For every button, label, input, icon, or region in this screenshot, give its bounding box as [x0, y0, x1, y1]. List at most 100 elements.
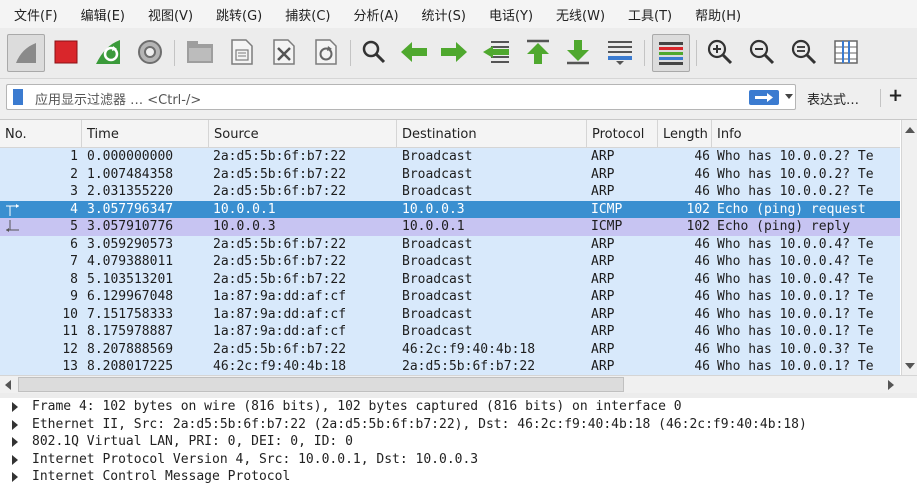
table-row[interactable]: 4 3.057796347 10.0.0.1 10.0.0.3 ICMP 102 Echo …: [0, 200, 900, 218]
menu-telephony[interactable]: 电话(Y): [475, 5, 542, 24]
detail-tree-item[interactable]: 802.1Q Virtual LAN, PRI: 0, DEI: 0, ID: …: [0, 433, 917, 451]
menu-help[interactable]: 帮助(H): [681, 5, 750, 24]
menu-tools[interactable]: 工具(T): [614, 5, 681, 24]
table-row[interactable]: 5 3.057910776 10.0.0.3 10.0.0.1 ICMP 102 Echo …: [0, 218, 900, 236]
expression-button[interactable]: 表达式…: [807, 89, 859, 108]
packet-list-header: No. Time Source Destination Protocol Len…: [0, 120, 900, 148]
filter-history-dropdown-icon[interactable]: [785, 94, 793, 99]
column-header-info[interactable]: Info: [712, 120, 900, 147]
detail-tree-item[interactable]: Internet Protocol Version 4, Src: 10.0.0…: [0, 451, 917, 469]
table-row[interactable]: 8 5.103513201 2a:d5:5b:6f:b7:22 Broadcast AR…: [0, 270, 900, 288]
cell-proto: ARP: [591, 341, 615, 357]
detail-tree-item[interactable]: Internet Control Message Protocol: [0, 468, 917, 486]
reload-icon[interactable]: [310, 36, 342, 68]
column-header-protocol[interactable]: Protocol: [587, 120, 658, 147]
menu-edit[interactable]: 编辑(E): [67, 5, 134, 24]
table-row[interactable]: 10 7.151758333 1a:87:9a:dd:af:cf Broadcast A…: [0, 305, 900, 323]
cell-len: 46: [694, 359, 710, 374]
menu-bar: 文件(F) 编辑(E) 视图(V) 跳转(G) 捕获(C) 分析(A) 统计(S…: [0, 0, 917, 28]
zoom-normal-icon[interactable]: [788, 36, 820, 68]
table-row[interactable]: 6 3.059290573 2a:d5:5b:6f:b7:22 Broadcast AR…: [0, 235, 900, 253]
autoscroll-icon[interactable]: [604, 36, 636, 68]
cell-dst: Broadcast: [402, 289, 473, 304]
add-filter-button[interactable]: +: [888, 85, 903, 106]
expand-triangle-icon[interactable]: [12, 454, 18, 465]
cell-src: 2a:d5:5b:6f:b7:22: [213, 271, 347, 287]
scroll-right-icon[interactable]: [888, 380, 894, 390]
cell-proto: ARP: [591, 306, 615, 322]
zoom-out-icon[interactable]: [746, 36, 778, 68]
go-forward-icon[interactable]: [438, 36, 470, 68]
cell-time: 4.079388011: [87, 254, 174, 269]
table-row[interactable]: 13 8.208017225 46:2c:f9:40:4b:18 2a:d5:5b:6…: [0, 358, 900, 375]
menu-analyze[interactable]: 分析(A): [339, 5, 407, 24]
detail-text: Frame 4: 102 bytes on wire (816 bits), 1…: [32, 399, 682, 414]
detail-tree-item[interactable]: Ethernet II, Src: 2a:d5:5b:6f:b7:22 (2a:…: [0, 416, 917, 434]
column-header-length[interactable]: Length: [658, 120, 712, 147]
cell-info: Who has 10.0.0.4? Te: [717, 271, 874, 287]
column-header-destination[interactable]: Destination: [397, 120, 587, 147]
table-row[interactable]: 11 8.175978887 1a:87:9a:dd:af:cf Broadcast A…: [0, 323, 900, 341]
expand-triangle-icon[interactable]: [12, 437, 18, 447]
table-row[interactable]: 9 6.129967048 1a:87:9a:dd:af:cf Broadcast AR…: [0, 288, 900, 306]
table-row[interactable]: 2 1.007484358 2a:d5:5b:6f:b7:22 Broadcast AR…: [0, 165, 900, 183]
cell-info: Who has 10.0.0.2? Te: [717, 166, 874, 182]
shark-fin-icon[interactable]: [7, 34, 45, 72]
cell-info: Who has 10.0.0.1? Te: [717, 289, 874, 304]
cell-src: 46:2c:f9:40:4b:18: [213, 359, 347, 374]
save-file-icon[interactable]: [226, 36, 258, 68]
resize-columns-icon[interactable]: [830, 36, 862, 68]
menu-statistics[interactable]: 统计(S): [408, 5, 475, 24]
column-header-no[interactable]: No.: [0, 120, 82, 147]
cell-src: 2a:d5:5b:6f:b7:22: [213, 184, 347, 199]
bookmark-icon[interactable]: [13, 89, 23, 105]
packet-list-vertical-scrollbar[interactable]: [901, 120, 917, 375]
cell-no: 11: [62, 324, 78, 339]
capture-options-icon[interactable]: [134, 36, 166, 68]
menu-capture[interactable]: 捕获(C): [271, 5, 339, 24]
display-filter-input[interactable]: 应用显示过滤器 … <Ctrl-/>: [6, 84, 796, 110]
table-row[interactable]: 7 4.079388011 2a:d5:5b:6f:b7:22 Broadcast AR…: [0, 253, 900, 271]
menu-view[interactable]: 视图(V): [134, 5, 202, 24]
cell-proto: ICMP: [591, 201, 623, 217]
arrow-right-icon: [755, 93, 773, 102]
cell-time: 2.031355220: [87, 184, 174, 199]
close-file-icon[interactable]: [268, 36, 300, 68]
apply-filter-button[interactable]: [749, 90, 779, 105]
expand-triangle-icon[interactable]: [12, 402, 18, 412]
cell-src: 2a:d5:5b:6f:b7:22: [213, 166, 347, 182]
menu-file[interactable]: 文件(F): [0, 5, 67, 24]
horizontal-scroll-thumb[interactable]: [18, 377, 624, 392]
table-row[interactable]: 12 8.207888569 2a:d5:5b:6f:b7:22 46:2c:f9:4…: [0, 340, 900, 358]
column-header-time[interactable]: Time: [82, 120, 209, 147]
scroll-down-icon[interactable]: [905, 363, 915, 369]
open-file-icon[interactable]: [184, 36, 216, 68]
cell-src: 1a:87:9a:dd:af:cf: [213, 324, 347, 339]
go-last-icon[interactable]: [562, 36, 594, 68]
column-header-source[interactable]: Source: [209, 120, 397, 147]
cell-time: 8.207888569: [87, 341, 174, 357]
expand-triangle-icon[interactable]: [12, 472, 18, 482]
scroll-left-icon[interactable]: [5, 380, 11, 390]
go-to-packet-icon[interactable]: [480, 36, 512, 68]
table-row[interactable]: 3 2.031355220 2a:d5:5b:6f:b7:22 Broadcast AR…: [0, 183, 900, 201]
packet-list-horizontal-scrollbar[interactable]: [0, 375, 917, 394]
zoom-in-icon[interactable]: [704, 36, 736, 68]
main-toolbar: [0, 28, 917, 79]
cell-info: Echo (ping) request: [717, 201, 866, 217]
table-row[interactable]: 1 0.000000000 2a:d5:5b:6f:b7:22 Broadcast AR…: [0, 148, 900, 166]
menu-go[interactable]: 跳转(G): [202, 5, 271, 24]
restart-capture-icon[interactable]: [92, 36, 124, 68]
detail-tree-item[interactable]: Frame 4: 102 bytes on wire (816 bits), 1…: [0, 398, 917, 416]
expand-triangle-icon[interactable]: [12, 419, 18, 430]
cell-proto: ARP: [591, 289, 615, 304]
go-first-icon[interactable]: [522, 36, 554, 68]
stop-icon[interactable]: [50, 36, 82, 68]
colorize-icon[interactable]: [652, 34, 690, 72]
find-icon[interactable]: [358, 36, 390, 68]
cell-time: 6.129967048: [87, 289, 174, 304]
menu-wireless[interactable]: 无线(W): [542, 5, 614, 24]
scroll-up-icon[interactable]: [905, 127, 915, 133]
cell-dst: 46:2c:f9:40:4b:18: [402, 341, 536, 357]
go-back-icon[interactable]: [398, 36, 430, 68]
